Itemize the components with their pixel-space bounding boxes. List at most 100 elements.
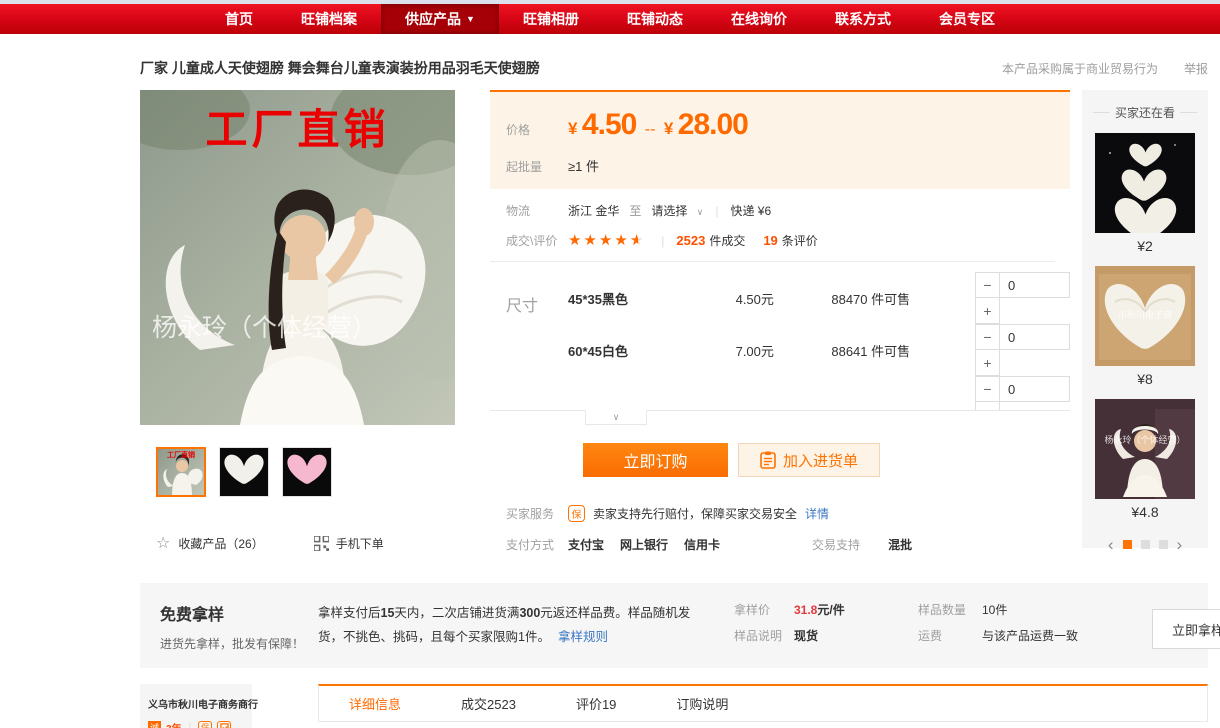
trade-support-value: 混批 xyxy=(888,536,912,553)
related-product-card[interactable]: 杨永玲（个体经营） ¥4.8 xyxy=(1082,399,1208,520)
thumbnail-white-wings[interactable] xyxy=(219,447,269,497)
moq-value: ≥1 件 xyxy=(568,156,599,175)
divider: | xyxy=(189,722,192,728)
sample-qty-label: 样品数量 xyxy=(918,601,976,618)
seller-years: 3年 xyxy=(166,720,182,728)
payment-method-alipay[interactable]: 支付宝 xyxy=(568,536,604,553)
sample-price-value: 31.8元/件 xyxy=(794,601,912,618)
seller-name[interactable]: 义乌市秋川电子商务商行 xyxy=(148,696,244,711)
sample-title: 免费拿样 xyxy=(160,601,318,625)
trade-support-label: 交易支持 xyxy=(812,536,860,553)
payment-method-card[interactable]: 信用卡 xyxy=(684,536,720,553)
reviews-suffix: 条评价 xyxy=(782,232,818,249)
minus-button[interactable]: − xyxy=(975,376,1000,402)
mobile-order[interactable]: 手机下单 xyxy=(314,535,384,552)
star-icon: ★ xyxy=(599,233,614,248)
nav-item-home[interactable]: 首页 xyxy=(201,4,277,34)
nav-item-products[interactable]: 供应产品 ▼ xyxy=(381,4,499,34)
sample-desc-days: 15 xyxy=(381,606,395,620)
minus-button[interactable]: − xyxy=(975,324,1000,350)
sku-row: − + xyxy=(568,376,1070,410)
minus-button[interactable]: − xyxy=(975,272,1000,298)
price-range: ¥ 4.50 -- ¥ 28.00 xyxy=(568,108,748,142)
thumb-overlay-text: 工厂直销 xyxy=(158,450,204,460)
destination-value: 请选择 xyxy=(651,204,687,218)
image-watermark: 市秋川电子商 xyxy=(1095,308,1195,321)
sample-price-number: 31.8 xyxy=(794,603,817,617)
sample-desc-value: 现货 xyxy=(794,627,912,644)
nav-item-contact[interactable]: 联系方式 xyxy=(811,4,915,34)
get-sample-button[interactable]: 立即拿样 xyxy=(1152,609,1220,649)
sample-subtitle: 进货先拿样，批发有保障！ xyxy=(160,635,318,652)
star-rating[interactable]: ★★★★★★ xyxy=(568,233,645,248)
plus-button[interactable]: + xyxy=(975,402,1000,410)
guarantee-detail-link[interactable]: 详情 xyxy=(805,505,829,522)
sample-ship-label: 运费 xyxy=(918,627,976,644)
price-dash: -- xyxy=(645,121,656,138)
nav-item-shop-news[interactable]: 旺铺动态 xyxy=(603,4,707,34)
quantity-input[interactable] xyxy=(1000,324,1070,350)
quantity-input[interactable] xyxy=(1000,272,1070,298)
sample-rules-link[interactable]: 拿样规则 xyxy=(558,630,608,644)
white-wings-icon xyxy=(220,448,268,496)
product-main-image[interactable]: 工厂直销 杨永玲（个体经营） xyxy=(140,90,455,425)
guarantee-text: 卖家支持先行赔付，保障买家交易安全 xyxy=(593,505,797,522)
pager-prev-icon[interactable]: ‹ xyxy=(1108,536,1114,553)
dropdown-arrow-icon: ▼ xyxy=(466,14,475,24)
half-star-icon: ★★ xyxy=(630,233,645,248)
footer-row: 义乌市秋川电子商务商行 诚 3年 | 保 详细信息 成交2523 评价19 订购… xyxy=(140,684,1208,728)
tab-detail-info[interactable]: 详细信息 xyxy=(349,694,401,713)
tab-reviews[interactable]: 评价19 xyxy=(576,694,616,713)
payment-method-bank[interactable]: 网上银行 xyxy=(620,536,668,553)
nav-item-inquiry[interactable]: 在线询价 xyxy=(707,4,811,34)
tab-order-notes[interactable]: 订购说明 xyxy=(676,694,728,713)
pager-dot[interactable] xyxy=(1159,540,1168,549)
rating-label: 成交\评价 xyxy=(490,232,568,249)
logistics-label: 物流 xyxy=(490,202,568,219)
plus-button[interactable]: + xyxy=(975,298,1000,324)
destination-select[interactable]: 请选择 ∨ xyxy=(651,202,703,219)
nav-item-shop-profile[interactable]: 旺铺档案 xyxy=(277,4,381,34)
divider: | xyxy=(715,204,718,218)
express-fee: 快递 ¥6 xyxy=(730,202,771,219)
pink-wings-icon xyxy=(283,448,331,496)
favorite-label[interactable]: 收藏产品（26） xyxy=(178,535,263,552)
logistics-origin: 浙江 金华 xyxy=(568,202,619,219)
related-product-price: ¥8 xyxy=(1082,371,1208,387)
nav-item-shop-album[interactable]: 旺铺相册 xyxy=(499,4,603,34)
product-info-column: 价格 ¥ 4.50 -- ¥ 28.00 起批量 ≥1 件 物流 浙江 金华 xyxy=(490,90,1070,553)
reviews-count[interactable]: 19 xyxy=(763,233,777,248)
sample-desc-amount: 300 xyxy=(519,606,540,620)
star-icon: ★ xyxy=(614,233,629,248)
nav-item-member-zone[interactable]: 会员专区 xyxy=(915,4,1019,34)
order-now-button[interactable]: 立即订购 xyxy=(583,443,728,477)
qr-code-icon xyxy=(314,536,329,551)
related-product-card[interactable]: ¥2 xyxy=(1082,133,1208,254)
add-to-cart-button[interactable]: 加入进货单 xyxy=(738,443,880,477)
guarantee-badge-icon: 保 xyxy=(568,505,585,522)
also-viewing-sidebar: 买家还在看 ¥2 xyxy=(1082,90,1208,548)
related-product-price: ¥2 xyxy=(1082,238,1208,254)
sample-description: 拿样支付后15天内，二次店铺进货满300元返还样品费。样品随机发货，不挑色、挑码… xyxy=(318,601,706,650)
quantity-input[interactable] xyxy=(1000,376,1070,402)
moq-label: 起批量 xyxy=(490,158,568,175)
thumbnail-pink-wings[interactable] xyxy=(282,447,332,497)
add-to-cart-label: 加入进货单 xyxy=(783,450,858,471)
sku-name: 45*35黑色 xyxy=(568,289,736,308)
expand-sku-button[interactable]: ∨ xyxy=(585,410,647,425)
angel-girl-illustration xyxy=(1095,399,1195,499)
deals-count[interactable]: 2523 xyxy=(676,233,705,248)
quantity-stepper: − + xyxy=(975,324,1070,376)
seller-box: 义乌市秋川电子商务商行 诚 3年 | 保 xyxy=(140,684,252,728)
tab-deals[interactable]: 成交2523 xyxy=(461,694,516,713)
thumbnail-model[interactable]: 工厂直销 xyxy=(156,447,206,497)
related-product-card[interactable]: 市秋川电子商 ¥8 xyxy=(1082,266,1208,387)
pager-dot-active[interactable] xyxy=(1123,540,1132,549)
report-link[interactable]: 举报 xyxy=(1184,60,1208,77)
plus-button[interactable]: + xyxy=(975,350,1000,376)
favorite-star-icon[interactable]: ☆ xyxy=(156,533,170,553)
pager-next-icon[interactable]: › xyxy=(1177,536,1183,553)
pager-dot[interactable] xyxy=(1141,540,1150,549)
free-sample-section: 免费拿样 进货先拿样，批发有保障！ 拿样支付后15天内，二次店铺进货满300元返… xyxy=(140,583,1208,668)
sample-qty-value: 10件 xyxy=(982,601,1120,618)
